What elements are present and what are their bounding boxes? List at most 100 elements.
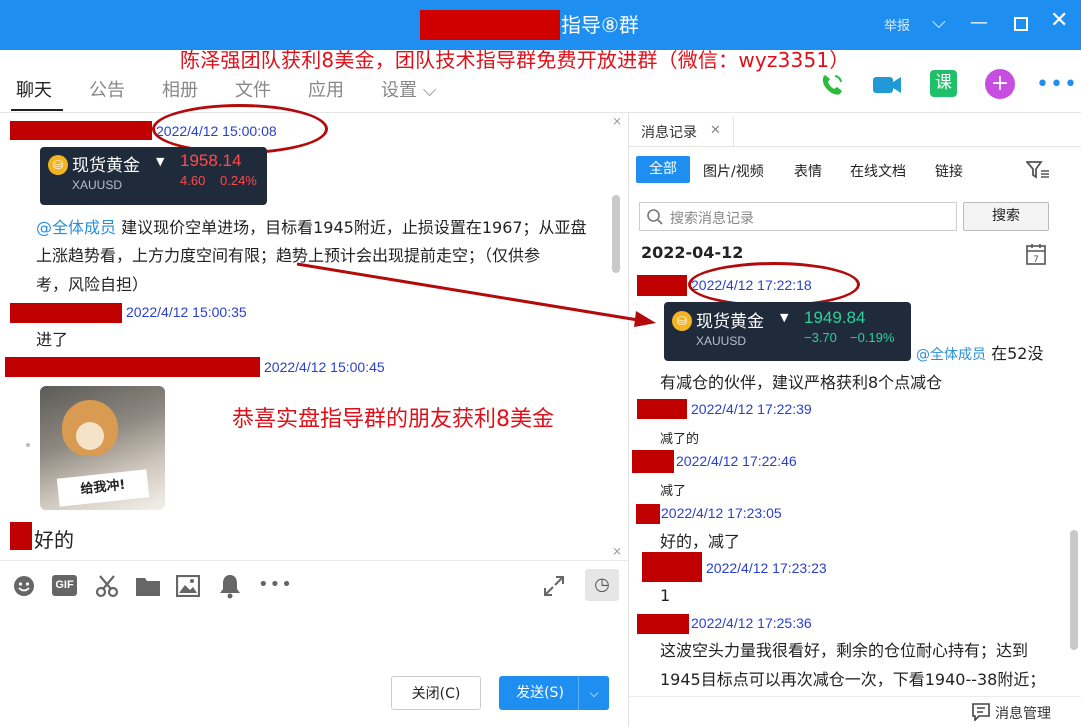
- search-icon: [647, 209, 663, 225]
- maximize-icon[interactable]: [1014, 17, 1028, 31]
- close-button[interactable]: 关闭(C): [391, 676, 481, 710]
- status-dot: [26, 443, 30, 447]
- message-time: 2022/4/12 15:00:35: [126, 304, 247, 320]
- divider: [629, 696, 1081, 697]
- svg-text:7: 7: [1033, 255, 1039, 265]
- gold-quote-card[interactable]: ⛁ 现货黄金 ▼ XAUUSD 1958.14 4.60 0.24%: [40, 147, 267, 205]
- filter-links[interactable]: 链接: [935, 161, 963, 181]
- gif-icon[interactable]: GIF: [52, 575, 77, 596]
- tab-album[interactable]: 相册: [162, 76, 198, 102]
- redacted-sender: [637, 614, 689, 634]
- divider: [0, 560, 628, 561]
- gold-quote-card[interactable]: ⛁ 现货黄金 ▼ XAUUSD 1949.84 −3.70 −0.19%: [664, 302, 911, 361]
- message-text: @全体成员 在52没: [916, 344, 1044, 363]
- window-title: 指导⑧群: [561, 13, 639, 37]
- report-button[interactable]: 举报: [884, 15, 910, 34]
- message-text: 减了: [660, 484, 687, 499]
- card-change: 4.60: [180, 173, 206, 188]
- mention-all[interactable]: @全体成员: [36, 218, 116, 237]
- image-icon[interactable]: [176, 575, 200, 597]
- search-placeholder: 搜索消息记录: [670, 211, 754, 227]
- filter-stickers[interactable]: 表情: [794, 161, 822, 181]
- redacted-sender: [637, 275, 687, 296]
- emoji-icon[interactable]: [12, 574, 36, 598]
- voice-call-icon[interactable]: [817, 70, 847, 100]
- message-text: 进了: [36, 330, 69, 349]
- filter-media[interactable]: 图片/视频: [703, 161, 764, 181]
- scissors-icon[interactable]: [94, 573, 120, 599]
- redacted-sender: [637, 399, 687, 419]
- card-price: 1949.84: [804, 308, 866, 327]
- sticker-image[interactable]: 给我冲!: [40, 386, 165, 510]
- more-tools-icon[interactable]: •••: [258, 574, 293, 595]
- expand-icon[interactable]: ⨯: [612, 544, 622, 558]
- highlight-circle: [688, 262, 860, 307]
- send-options-chevron-icon[interactable]: ⌵: [578, 676, 609, 710]
- gold-coin-icon: ⛁: [672, 311, 692, 331]
- video-call-icon[interactable]: [871, 71, 903, 99]
- tab-announcement[interactable]: 公告: [89, 76, 125, 102]
- tab-files[interactable]: 文件: [235, 76, 271, 102]
- collapse-icon[interactable]: ⨯: [612, 114, 622, 128]
- history-clock-icon[interactable]: ◷: [585, 569, 619, 601]
- gold-coin-icon: ⛁: [48, 155, 68, 175]
- redacted-block: [420, 10, 560, 40]
- chevron-down-icon[interactable]: ⌵: [932, 11, 946, 35]
- advice-line-1: @全体成员 建议现价空单进场，目标看1945附近，止损设置在1967；从亚盘: [36, 218, 587, 237]
- search-button[interactable]: 搜索: [963, 202, 1049, 231]
- redacted-sender: [642, 552, 702, 582]
- card-code: XAUUSD: [696, 334, 747, 348]
- redacted-sender: [10, 522, 32, 550]
- bell-icon[interactable]: [219, 573, 241, 599]
- message-time: 2022/4/12 17:22:39: [691, 401, 812, 417]
- tab-apps[interactable]: 应用: [308, 76, 344, 102]
- history-scrollbar[interactable]: [1070, 530, 1078, 650]
- redacted-sender: [10, 303, 122, 323]
- active-tab-indicator: [11, 109, 63, 111]
- message-text: 1: [660, 586, 671, 605]
- divider: [0, 112, 1081, 113]
- message-text: 好的: [34, 528, 74, 552]
- card-change-pct: −0.19%: [850, 330, 895, 345]
- redacted-sender: [5, 357, 260, 377]
- close-icon[interactable]: ✕: [1050, 9, 1068, 33]
- redacted-sender: [10, 121, 152, 140]
- message-time: 2022/4/12 17:23:23: [706, 560, 827, 576]
- message-text: 1945目标点可以再次减仓一次，下看1940--38附近；: [660, 670, 1046, 689]
- message-text: 减了的: [660, 432, 700, 447]
- calendar-icon[interactable]: 7: [1026, 243, 1046, 265]
- mention-all[interactable]: @全体成员: [916, 347, 986, 363]
- filter-all[interactable]: 全部: [636, 156, 690, 183]
- add-icon[interactable]: +: [985, 69, 1015, 99]
- card-code: XAUUSD: [72, 178, 123, 192]
- card-change-pct: 0.24%: [220, 173, 257, 188]
- tab-settings[interactable]: 设置 ⌵: [381, 76, 436, 102]
- close-history-icon[interactable]: ✕: [710, 123, 721, 138]
- date-header: 2022-04-12: [641, 243, 744, 262]
- redacted-sender: [632, 450, 674, 473]
- advice-line-2: 上涨趋势看，上方力度空间有限；趋势上预计会出现提前走空；（仅供参: [36, 246, 541, 265]
- expand-editor-icon[interactable]: [542, 574, 566, 598]
- filter-docs[interactable]: 在线文档: [850, 161, 906, 181]
- more-icon[interactable]: •••: [1036, 72, 1078, 97]
- message-text: 这波空头力量我很看好，剩余的仓位耐心持有；达到: [660, 641, 1029, 660]
- redacted-sender: [636, 504, 660, 524]
- message-time: 2022/4/12 17:25:36: [691, 615, 812, 631]
- course-icon[interactable]: 课: [930, 70, 957, 97]
- message-manage-button[interactable]: 消息管理: [995, 703, 1051, 723]
- sticker-caption: 给我冲!: [56, 469, 150, 507]
- caret-down-icon: ▼: [780, 311, 789, 324]
- promo-banner: 陈泽强团队获利8美金，团队技术指导群免费开放进群（微信：wyz3351）: [180, 48, 850, 72]
- message-text: 有减仓的伙伴，建议严格获利8个点减仓: [660, 373, 943, 392]
- message-time: 2022/4/12 17:23:05: [661, 505, 782, 521]
- history-panel-title: 消息记录: [641, 125, 697, 141]
- folder-icon[interactable]: [135, 575, 161, 597]
- card-price: 1958.14: [180, 151, 242, 170]
- tab-chat[interactable]: 聊天: [16, 76, 52, 102]
- chat-scrollbar[interactable]: [612, 195, 620, 273]
- card-name: 现货黄金: [696, 312, 764, 332]
- filter-funnel-icon[interactable]: [1026, 160, 1050, 180]
- message-time: 2022/4/12 15:00:45: [264, 359, 385, 375]
- minimize-icon[interactable]: —: [970, 11, 988, 35]
- message-manage-icon[interactable]: [972, 703, 990, 721]
